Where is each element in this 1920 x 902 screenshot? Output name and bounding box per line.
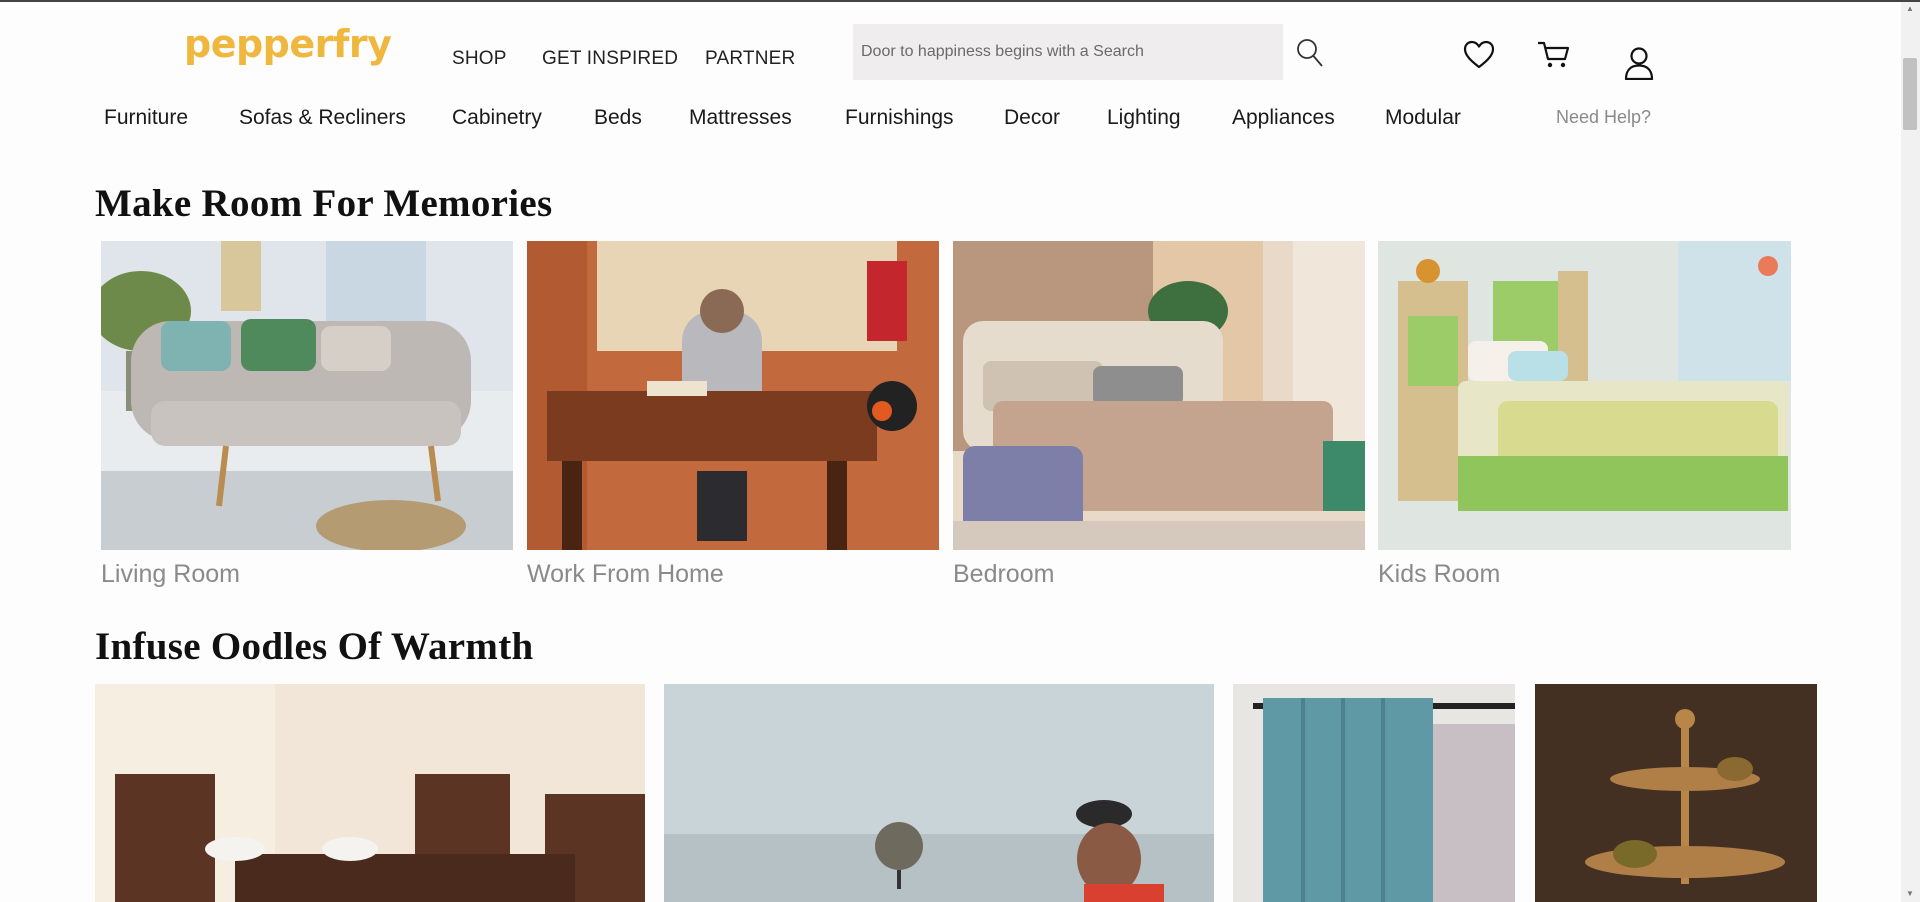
category-mattresses[interactable]: Mattresses: [689, 106, 792, 130]
category-furnishings[interactable]: Furnishings: [845, 106, 954, 130]
tile-kids-room-image[interactable]: [1378, 241, 1791, 550]
category-decor[interactable]: Decor: [1004, 106, 1060, 130]
search-icon[interactable]: [1296, 38, 1324, 68]
tile-work-from-home-label[interactable]: Work From Home: [527, 560, 724, 589]
tile-decor-stand-image[interactable]: [1535, 684, 1817, 902]
need-help-link[interactable]: Need Help?: [1556, 107, 1651, 128]
wishlist-heart-icon[interactable]: [1463, 40, 1495, 70]
section-title-warmth: Infuse Oodles Of Warmth: [95, 625, 534, 668]
tile-living-room-label[interactable]: Living Room: [101, 560, 240, 589]
pepperfry-logo[interactable]: pepperfry: [184, 22, 392, 66]
page-scrollbar-track[interactable]: [1901, 2, 1920, 902]
tile-dining-image[interactable]: [95, 684, 645, 902]
tile-bedroom-image[interactable]: [953, 241, 1365, 550]
section-title-memories: Make Room For Memories: [95, 182, 553, 225]
scroll-up-arrow-icon[interactable]: ▲: [1905, 4, 1915, 13]
cart-icon[interactable]: [1537, 40, 1571, 70]
nav-partner[interactable]: PARTNER: [705, 48, 795, 70]
category-beds[interactable]: Beds: [594, 106, 642, 130]
tile-work-from-home-image[interactable]: [527, 241, 939, 550]
search-input[interactable]: [853, 24, 1283, 80]
category-cabinetry[interactable]: Cabinetry: [452, 106, 542, 130]
scroll-down-arrow-icon[interactable]: ▼: [1905, 889, 1915, 898]
category-sofas-recliners[interactable]: Sofas & Recliners: [239, 106, 406, 130]
category-appliances[interactable]: Appliances: [1232, 106, 1335, 130]
tile-outdoor-image[interactable]: [664, 684, 1214, 902]
category-furniture[interactable]: Furniture: [104, 106, 188, 130]
category-lighting[interactable]: Lighting: [1107, 106, 1181, 130]
tile-curtains-image[interactable]: [1233, 684, 1515, 902]
window-top-border: [0, 0, 1920, 2]
tile-kids-room-label[interactable]: Kids Room: [1378, 560, 1500, 589]
tile-bedroom-label[interactable]: Bedroom: [953, 560, 1054, 589]
nav-shop[interactable]: SHOP: [452, 48, 507, 70]
page-scrollbar-thumb[interactable]: [1903, 58, 1917, 130]
category-modular[interactable]: Modular: [1385, 106, 1461, 130]
nav-get-inspired[interactable]: GET INSPIRED: [542, 48, 678, 70]
tile-living-room-image[interactable]: [101, 241, 513, 550]
account-user-icon[interactable]: [1624, 46, 1654, 80]
